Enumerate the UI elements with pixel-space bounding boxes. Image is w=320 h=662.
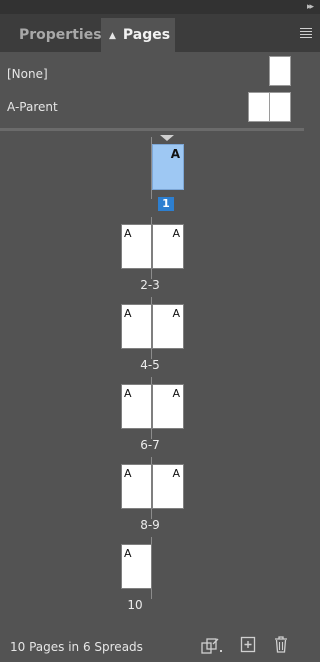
page-number-badge: 1: [158, 197, 174, 211]
page-parent-prefix: A: [124, 307, 132, 320]
parent-page-right-thumbnail[interactable]: [269, 92, 291, 122]
page-thumbnail-1[interactable]: A: [152, 144, 184, 190]
page-parent-prefix: A: [172, 467, 180, 480]
tab-properties-label: Properties: [19, 27, 102, 43]
parent-item-a-parent[interactable]: A-Parent: [0, 90, 320, 126]
page-spreads-area: A 1 A A 2-3 A A 4-5 A A 6-7 A A 8-9 A 10: [0, 133, 320, 623]
pages-status-text: 10 Pages in 6 Spreads: [10, 640, 143, 654]
spread-label: 10: [127, 598, 143, 612]
page-parent-prefix: A: [124, 467, 132, 480]
page-parent-prefix: A: [172, 307, 180, 320]
tab-properties[interactable]: Properties: [8, 18, 102, 52]
new-page-icon[interactable]: [239, 635, 257, 655]
parent-pages-section: [None] A-Parent: [0, 52, 320, 128]
parent-item-label: A-Parent: [7, 100, 58, 114]
panel-top-strip: ▸▸: [0, 0, 320, 14]
parent-item-label: [None]: [7, 67, 48, 81]
page-parent-prefix: A: [170, 147, 180, 161]
spread-label: 4-5: [140, 358, 160, 372]
tab-pages[interactable]: ▲︎ Pages: [101, 18, 175, 52]
tab-pages-label: Pages: [122, 27, 171, 43]
page-parent-prefix: A: [124, 387, 132, 400]
page-parent-prefix: A: [124, 227, 132, 240]
spread-label: 8-9: [140, 518, 160, 532]
page-thumbnail-4[interactable]: A: [121, 304, 152, 349]
page-thumbnail-8[interactable]: A: [121, 464, 152, 509]
panel-tab-bar: Properties ▲︎ Pages: [0, 14, 320, 52]
spread-indicator-icon: [160, 135, 174, 141]
page-thumbnail-5[interactable]: A: [152, 304, 184, 349]
updown-arrows-icon: ▲︎: [109, 31, 116, 41]
page-thumbnail-9[interactable]: A: [152, 464, 184, 509]
panel-menu-icon[interactable]: [300, 28, 312, 38]
parent-page-thumbnail[interactable]: [269, 56, 291, 86]
spread-label: 2-3: [140, 278, 160, 292]
spread-label: 6-7: [140, 438, 160, 452]
collapse-panel-icon[interactable]: ▸▸: [307, 2, 314, 12]
parent-item-none[interactable]: [None]: [0, 56, 320, 92]
panel-footer: 10 Pages in 6 Spreads: [0, 630, 320, 662]
page-thumbnail-6[interactable]: A: [121, 384, 152, 429]
page-thumbnail-10[interactable]: A: [121, 544, 152, 589]
delete-page-icon[interactable]: [273, 635, 289, 655]
parent-page-left-thumbnail[interactable]: [248, 92, 270, 122]
page-parent-prefix: A: [124, 547, 132, 560]
section-divider[interactable]: [0, 128, 304, 131]
page-thumbnail-3[interactable]: A: [152, 224, 184, 269]
page-thumbnail-7[interactable]: A: [152, 384, 184, 429]
page-parent-prefix: A: [172, 227, 180, 240]
edit-page-size-icon[interactable]: [199, 635, 225, 657]
page-parent-prefix: A: [172, 387, 180, 400]
page-thumbnail-2[interactable]: A: [121, 224, 152, 269]
